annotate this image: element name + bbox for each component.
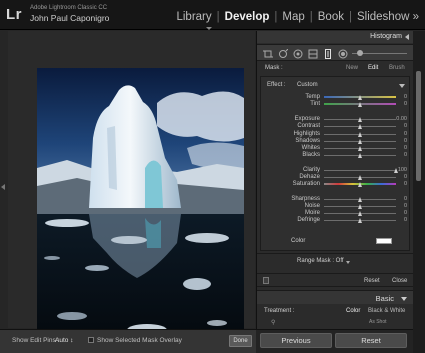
slider-row-saturation: Saturation 0 [261,180,411,189]
mask-overlay-checkbox[interactable] [88,337,94,343]
module-slideshow[interactable]: Slideshow » [357,11,419,23]
slider-track[interactable] [324,170,396,171]
basic-header[interactable]: Basic [257,290,414,304]
image-canvas[interactable] [8,31,255,353]
slider-label: Saturation [292,181,320,187]
range-mask-row[interactable]: Range Mask : Off [257,253,414,267]
slider-knob[interactable] [357,218,362,223]
histogram-title: Histogram [370,33,402,40]
slider-knob[interactable] [357,124,362,129]
crop-icon[interactable] [262,48,273,59]
overlay-opacity-knob[interactable] [357,50,363,56]
slider-label: Defringe [297,217,320,223]
module-picker: Library | Develop | Map | Book | Slideshow » [176,11,419,23]
slider-row-defringe: Defringe 0 [261,216,411,225]
basic-collapse-icon[interactable] [401,297,407,301]
top-panel-toggle-icon[interactable] [206,27,212,30]
treatment-bw-option[interactable]: Black & White [368,308,405,314]
mask-toggle-switch[interactable] [263,277,269,284]
radial-filter-icon[interactable] [322,48,333,59]
panel-action-row: Reset Close [257,273,414,287]
slider-knob[interactable] [357,153,362,158]
basic-title: Basic [375,294,394,303]
slider-value[interactable]: 0 [395,180,407,189]
collapse-triangle-icon[interactable] [405,34,409,40]
product-name: Adobe Lightroom Classic CC [30,5,108,11]
effect-label: Effect : [267,82,286,88]
tool-strip [257,44,414,61]
left-panel-toggle-icon[interactable] [1,184,5,190]
slider-knob[interactable] [357,182,362,187]
show-edit-pins-label: Show Edit Pins : [12,337,60,344]
mask-brush-button[interactable]: Brush [389,65,405,71]
panel-close-button[interactable]: Close [392,278,407,284]
photo-preview[interactable] [37,68,244,353]
reset-button[interactable]: Reset [335,333,407,348]
lightroom-window: Lr Adobe Lightroom Classic CC John Paul … [0,0,425,353]
module-book[interactable]: Book [318,11,344,23]
slider-label: Tint [310,101,320,107]
mask-label: Mask : [265,65,283,71]
color-label: Color [291,238,306,244]
mask-overlay-label[interactable]: Show Selected Mask Overlay [97,337,182,344]
graduated-filter-icon[interactable] [307,48,318,59]
mask-row: Mask : New Edit Brush [257,63,414,74]
module-separator: | [348,11,352,23]
scrollbar-thumb[interactable] [416,71,421,181]
slider-label: Blacks [302,152,320,158]
show-edit-pins-dropdown[interactable]: Auto ↕ [55,337,73,344]
effect-row: Effect : Custom [261,81,411,91]
module-develop[interactable]: Develop [225,11,270,23]
effect-collapse-icon[interactable] [399,84,405,88]
treatment-color-option[interactable]: Color [346,308,360,314]
local-adjustment-panel: Effect : Custom Temp 0 Tint 0 Exposure 0.00 Co… [260,76,410,251]
right-panel: Histogram Mask: New Edit Brush Effect:… [256,31,414,353]
slider-knob[interactable] [357,102,362,107]
red-eye-icon[interactable] [292,48,303,59]
panel-reset-button[interactable]: Reset [364,278,380,284]
module-separator: | [274,11,278,23]
slider-value[interactable]: 0 [395,100,407,109]
spot-removal-icon[interactable] [277,48,288,59]
adjustment-brush-icon[interactable] [337,48,348,59]
treatment-label: Treatment : [264,308,295,314]
slider-row-tint: Tint 0 [261,100,411,109]
effect-preset-dropdown[interactable]: Custom [297,82,318,88]
range-mask-label[interactable]: Range Mask : Off [297,258,344,264]
module-separator: | [309,11,313,23]
mask-new-button[interactable]: New [346,65,358,71]
bottom-button-bar: Previous Reset [256,329,413,353]
done-button[interactable]: Done [229,335,252,347]
range-mask-dropdown-icon[interactable] [346,261,350,264]
slider-value[interactable]: 0 [395,216,407,225]
profile-row: ⚲ As Shot [257,319,414,325]
module-map[interactable]: Map [282,11,304,23]
white-balance-dropdown[interactable]: As Shot [369,319,387,325]
slider-value[interactable]: 0 [395,151,407,160]
top-bar: Lr Adobe Lightroom Classic CC John Paul … [0,0,425,30]
module-separator: | [216,11,220,23]
histogram-header[interactable]: Histogram [257,31,414,43]
color-row: Color [261,236,411,246]
previous-button[interactable]: Previous [260,333,332,348]
slider-row-blacks: Blacks 0 [261,151,411,160]
module-library[interactable]: Library [176,11,211,23]
bottom-toolbar: Show Edit Pins : Auto ↕ Show Selected Ma… [0,329,256,353]
identity-plate: John Paul Caponigro [30,13,110,23]
app-logo: Lr [6,6,22,23]
color-swatch[interactable] [376,238,392,244]
mask-edit-button[interactable]: Edit [368,65,378,71]
panel-scrollbar[interactable] [413,31,425,353]
white-balance-picker-icon[interactable]: ⚲ [271,319,275,325]
treatment-row: Treatment : Color Black & White [257,305,414,318]
